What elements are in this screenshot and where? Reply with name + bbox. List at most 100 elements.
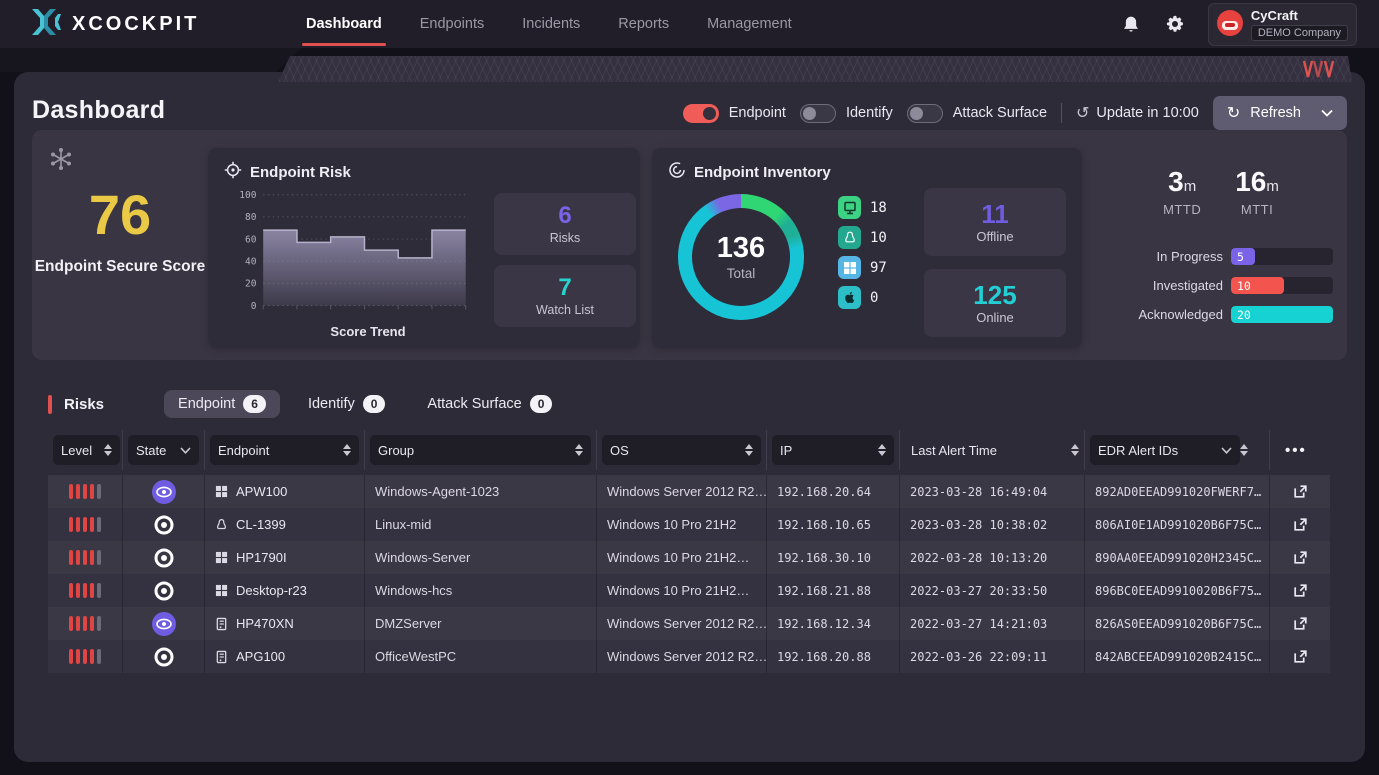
last-alert-time: 2023-03-28 16:49:04 bbox=[910, 485, 1047, 499]
ip-header-box[interactable]: IP bbox=[772, 435, 894, 465]
stat-label: Risks bbox=[550, 231, 581, 245]
ip-address: 192.168.21.88 bbox=[777, 584, 871, 598]
nav-item-management[interactable]: Management bbox=[707, 0, 792, 48]
user-company: DEMO Company bbox=[1251, 25, 1348, 41]
bar-value: 5 bbox=[1231, 248, 1255, 265]
tab-endpoint[interactable]: Endpoint6 bbox=[164, 390, 280, 418]
inventory-donut-chart: 136 Total bbox=[678, 194, 804, 320]
cell-edr: 806AI0E1AD991020B6F75C… bbox=[1085, 508, 1270, 541]
sort-icon[interactable] bbox=[1240, 444, 1248, 456]
open-alert-link[interactable] bbox=[1280, 648, 1320, 665]
sort-icon[interactable] bbox=[745, 444, 753, 456]
inventory-stat-online[interactable]: 125Online bbox=[924, 269, 1066, 337]
endpoint-name: HP1790I bbox=[236, 550, 287, 565]
bar-track: 5 bbox=[1231, 248, 1333, 265]
score-trend-label: Score Trend bbox=[222, 324, 484, 339]
cell-endpoint: HP470XN bbox=[205, 607, 365, 640]
refresh-chevron-down-icon[interactable] bbox=[1321, 105, 1333, 121]
last-alert-time: 2022-03-27 20:33:50 bbox=[910, 584, 1047, 598]
nav-item-dashboard[interactable]: Dashboard bbox=[306, 0, 382, 48]
open-alert-link[interactable] bbox=[1280, 582, 1320, 599]
level-indicator bbox=[69, 583, 101, 598]
cell-level bbox=[48, 541, 123, 574]
cell-level bbox=[48, 640, 123, 673]
cell-state[interactable] bbox=[123, 508, 205, 541]
svg-text:100: 100 bbox=[239, 190, 256, 201]
settings-gear-icon[interactable] bbox=[1164, 13, 1186, 35]
tab-identify[interactable]: Identify0 bbox=[294, 390, 399, 418]
open-alert-link[interactable] bbox=[1280, 615, 1320, 632]
group-name: DMZServer bbox=[375, 616, 441, 631]
cell-last-alert: 2022-03-27 14:21:03 bbox=[900, 607, 1085, 640]
nav-item-reports[interactable]: Reports bbox=[618, 0, 669, 48]
risk-stat-watch-list[interactable]: 7Watch List bbox=[494, 265, 636, 327]
open-alert-link[interactable] bbox=[1280, 549, 1320, 566]
last-alert-time: 2022-03-26 22:09:11 bbox=[910, 650, 1047, 664]
tab-attack-surface[interactable]: Attack Surface0 bbox=[413, 390, 566, 418]
cell-ip: 192.168.21.88 bbox=[767, 574, 900, 607]
level-header-box[interactable]: Level bbox=[53, 435, 120, 465]
group-header-box[interactable]: Group bbox=[370, 435, 591, 465]
os-header-box[interactable]: OS bbox=[602, 435, 761, 465]
stat-label: Online bbox=[976, 310, 1014, 325]
risks-section-header: Risks Endpoint6Identify0Attack Surface0 bbox=[48, 388, 566, 420]
external-link-icon bbox=[1292, 582, 1309, 599]
legend-value: 10 bbox=[870, 230, 887, 246]
brand-logo[interactable]: XCOCKPIT bbox=[28, 8, 278, 41]
cell-actions bbox=[1270, 475, 1330, 508]
table-row[interactable]: APG100OfficeWestPCWindows Server 2012 R2… bbox=[48, 640, 1330, 673]
stat-value: 6 bbox=[558, 203, 571, 229]
cell-actions bbox=[1270, 640, 1330, 673]
open-alert-link[interactable] bbox=[1280, 516, 1320, 533]
more-columns-button[interactable]: ••• bbox=[1275, 442, 1307, 459]
table-row[interactable]: APW100Windows-Agent-1023Windows Server 2… bbox=[48, 475, 1330, 508]
toggle-attack-surface[interactable] bbox=[907, 104, 943, 123]
cell-state[interactable] bbox=[123, 607, 205, 640]
endpoint-name: Desktop-r23 bbox=[236, 583, 307, 598]
cell-os: Windows 10 Pro 21H2 bbox=[597, 508, 767, 541]
toggle-endpoint[interactable] bbox=[683, 104, 719, 123]
sort-icon[interactable] bbox=[104, 444, 112, 456]
refresh-button[interactable]: ↻ Refresh bbox=[1213, 96, 1347, 130]
tab-count-badge: 0 bbox=[530, 395, 553, 413]
cell-state[interactable] bbox=[123, 475, 205, 508]
cell-state[interactable] bbox=[123, 640, 205, 673]
state-filter-box[interactable]: State bbox=[128, 435, 199, 465]
edr-filter-box[interactable]: EDR Alert IDs bbox=[1090, 435, 1240, 465]
nav-item-endpoints[interactable]: Endpoints bbox=[420, 0, 485, 48]
sort-icon[interactable] bbox=[878, 444, 886, 456]
table-row[interactable]: CL-1399Linux-midWindows 10 Pro 21H2192.1… bbox=[48, 508, 1330, 541]
ip-address: 192.168.10.65 bbox=[777, 518, 871, 532]
screen: XCOCKPIT Dashboard Endpoints Incidents Repo… bbox=[0, 0, 1379, 775]
risk-stat-risks[interactable]: 6 Risks bbox=[494, 193, 636, 255]
user-menu[interactable]: CyCraft DEMO Company bbox=[1208, 3, 1357, 46]
main-panel: Dashboard EndpointIdentifyAttack Surface… bbox=[14, 72, 1365, 762]
inventory-stat-offline[interactable]: 11Offline bbox=[924, 188, 1066, 256]
xcockpit-logo-icon bbox=[28, 8, 62, 41]
cell-state[interactable] bbox=[123, 574, 205, 607]
sort-icon[interactable] bbox=[343, 444, 351, 456]
table-row[interactable]: HP1790IWindows-ServerWindows 10 Pro 21H2… bbox=[48, 541, 1330, 574]
notifications-bell-icon[interactable] bbox=[1120, 13, 1142, 35]
table-row[interactable]: HP470XNDMZServerWindows Server 2012 R2…1… bbox=[48, 607, 1330, 640]
nav-decoration bbox=[0, 48, 302, 72]
cell-ip: 192.168.20.88 bbox=[767, 640, 900, 673]
toggle-identify[interactable] bbox=[800, 104, 836, 123]
os-name: Windows Server 2012 R2… bbox=[607, 484, 767, 499]
last-alert-header[interactable]: Last Alert Time bbox=[905, 443, 1079, 458]
group-name: Windows-Server bbox=[375, 550, 470, 565]
sort-icon[interactable] bbox=[575, 444, 583, 456]
edr-alert-id: 892AD0EEAD991020FWERF7… bbox=[1095, 485, 1261, 499]
cell-state[interactable] bbox=[123, 541, 205, 574]
open-alert-link[interactable] bbox=[1280, 483, 1320, 500]
col-header-more: ••• bbox=[1270, 430, 1330, 470]
nav-item-incidents[interactable]: Incidents bbox=[522, 0, 580, 48]
table-row[interactable]: Desktop-r23Windows-hcsWindows 10 Pro 21H… bbox=[48, 574, 1330, 607]
inventory-legend-windows-server: 18 bbox=[838, 196, 887, 219]
windows-endpoint-icon bbox=[215, 551, 228, 564]
stat-value: 7 bbox=[558, 275, 571, 301]
endpoint-header-box[interactable]: Endpoint bbox=[210, 435, 359, 465]
sort-icon[interactable] bbox=[1071, 444, 1079, 456]
eye-state-icon bbox=[151, 611, 177, 637]
metrics-block: 3mMTTD16mMTTI In Progress5Investigated10… bbox=[1095, 130, 1347, 360]
